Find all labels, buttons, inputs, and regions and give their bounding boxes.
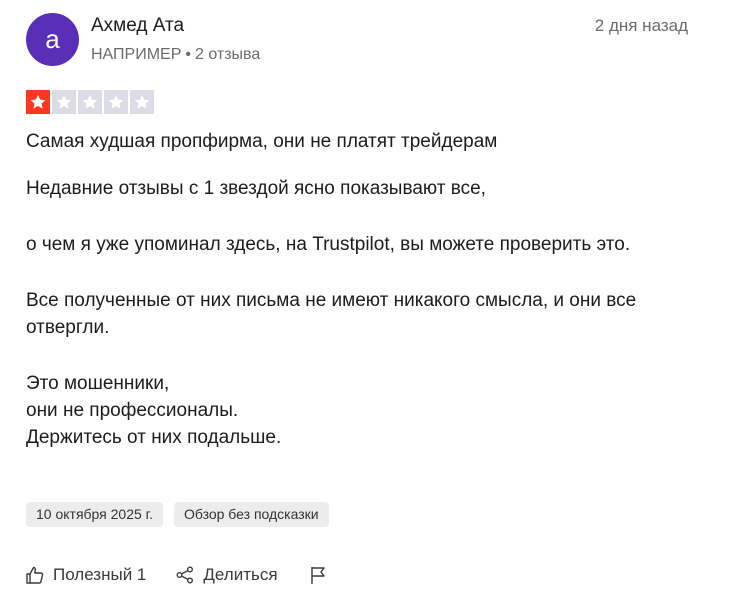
review-paragraph: Все полученные от них письма не имеют ни… xyxy=(26,290,637,338)
review-paragraph: о чем я уже упоминал здесь, на Trustpilo… xyxy=(26,234,631,255)
author-name[interactable]: Ахмед Ата xyxy=(91,15,184,37)
review-actions: Полезный 1 Делиться xyxy=(25,565,328,585)
review-title: Самая худшая пропфирма, они не платят тр… xyxy=(26,131,498,152)
share-icon xyxy=(176,566,194,584)
share-label: Делиться xyxy=(203,565,278,584)
star-rating xyxy=(26,90,154,114)
unprompted-review-tag[interactable]: Обзор без подсказки xyxy=(173,502,329,527)
useful-button[interactable]: Полезный 1 xyxy=(25,565,146,585)
review-date-ago: 2 дня назад xyxy=(594,16,688,35)
meta-separator: • xyxy=(185,46,191,63)
reviews-count: 2 отзыва xyxy=(195,46,261,63)
author-country: НАПРИМЕР xyxy=(91,46,182,63)
star-icon xyxy=(130,90,154,114)
review-paragraph: Недавние отзывы с 1 звездой ясно показыв… xyxy=(26,178,486,199)
star-icon xyxy=(52,90,76,114)
review-paragraph: Это мошенники, они не профессионалы. Дер… xyxy=(26,373,282,448)
share-button[interactable]: Делиться xyxy=(175,565,278,585)
review-body: Недавние отзывы с 1 звездой ясно показыв… xyxy=(26,175,686,451)
star-icon xyxy=(78,90,102,114)
avatar[interactable]: а xyxy=(26,13,79,66)
report-button[interactable] xyxy=(308,565,328,585)
star-icon xyxy=(104,90,128,114)
useful-label: Полезный 1 xyxy=(53,565,147,584)
review-tags: 10 октября 2025 г. Обзор без подсказки xyxy=(26,502,329,527)
flag-icon xyxy=(310,567,325,584)
author-meta: НАПРИМЕР • 2 отзыва xyxy=(91,46,260,64)
star-icon xyxy=(26,90,50,114)
thumbs-up-icon xyxy=(26,566,44,584)
experience-date-tag: 10 октября 2025 г. xyxy=(26,502,163,527)
